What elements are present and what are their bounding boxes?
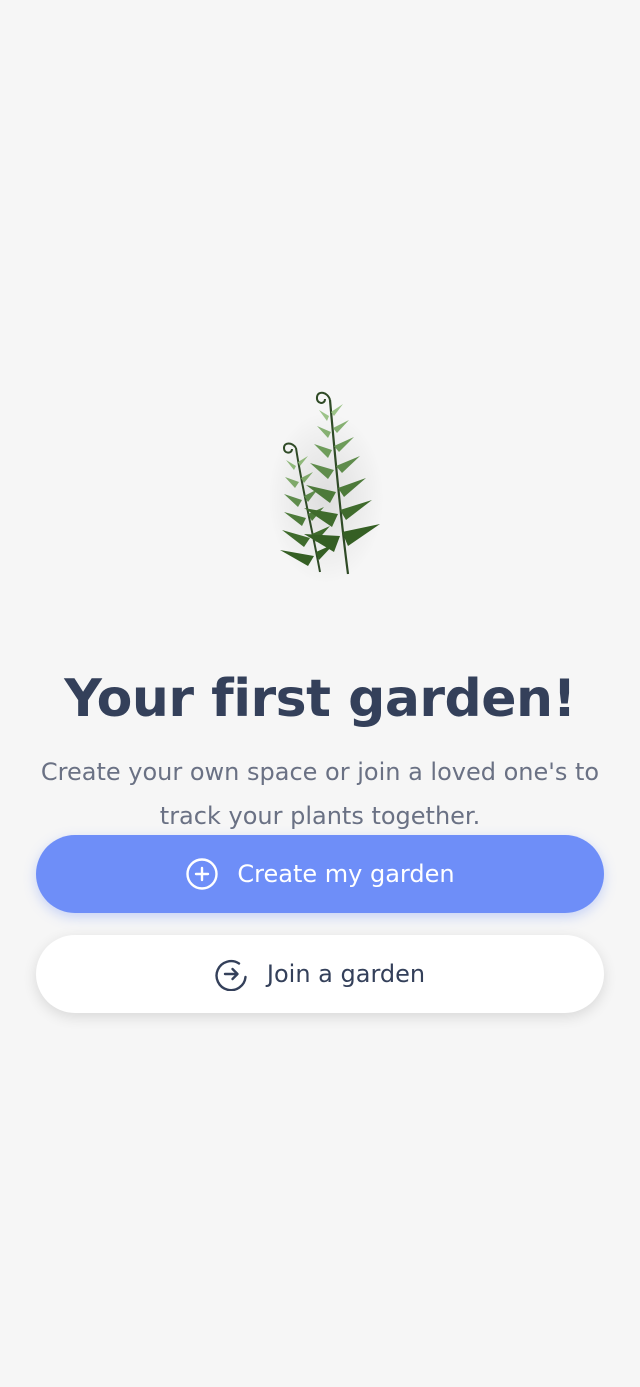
plus-circle-icon (185, 857, 219, 891)
page-subtitle: Create your own space or join a loved on… (40, 758, 600, 830)
create-garden-label: Create my garden (237, 860, 455, 888)
arrow-right-circle-icon (215, 957, 249, 991)
fern-illustration (262, 378, 392, 588)
join-garden-button[interactable]: Join a garden (36, 935, 604, 1013)
fern-plant-icon (268, 391, 384, 584)
onboarding-screen: Your first garden! Create your own space… (0, 0, 640, 1387)
page-title: Your first garden! (64, 668, 576, 729)
create-garden-button[interactable]: Create my garden (36, 835, 604, 913)
join-garden-label: Join a garden (266, 960, 426, 988)
